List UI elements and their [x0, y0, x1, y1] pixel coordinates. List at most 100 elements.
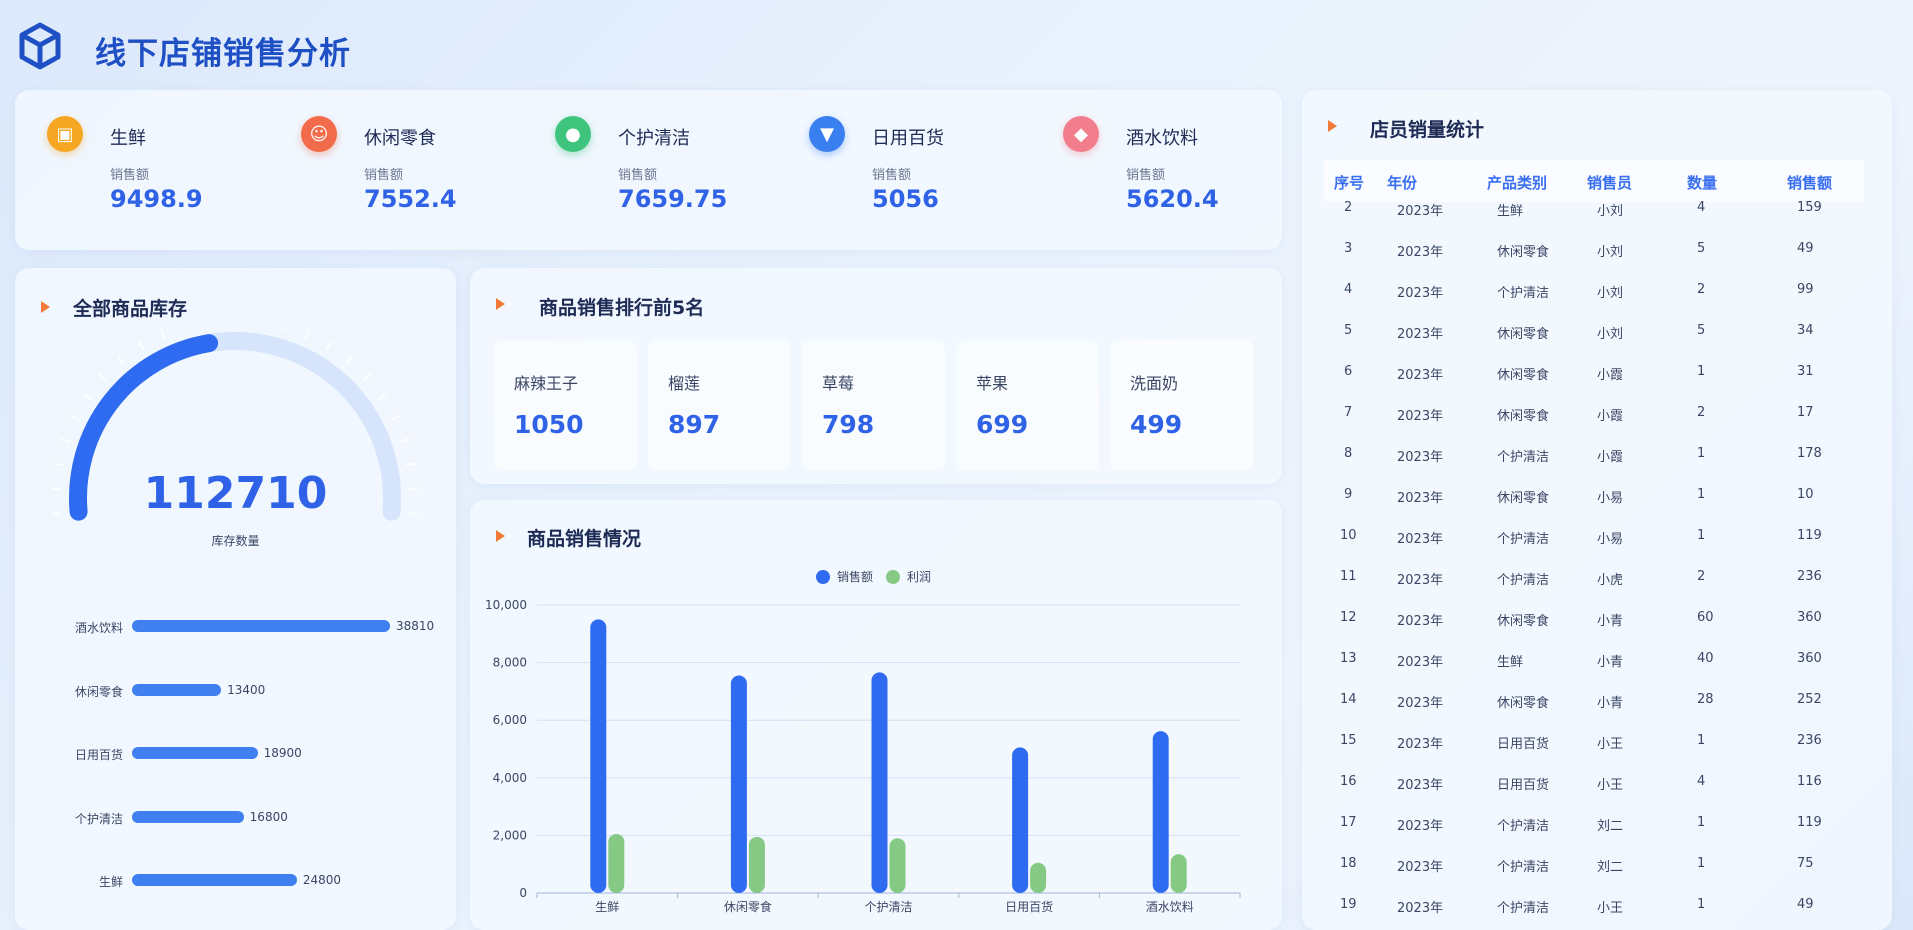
inventory-bar-label: 休闲零食: [74, 684, 123, 699]
table-cell: 2023年: [1397, 819, 1444, 834]
table-row[interactable]: 10 2023年 个护清洁 小易 1 119: [1334, 528, 1874, 569]
rank-card[interactable]: 麻辣王子 1050: [494, 340, 637, 470]
inventory-bar-label: 酒水饮料: [74, 621, 123, 635]
table-row[interactable]: 8 2023年 个护清洁 小霞 1 178: [1334, 446, 1874, 487]
table-cell: 2023年: [1397, 286, 1444, 301]
gauge-tick: [405, 462, 416, 467]
table-cell: 1: [1697, 856, 1706, 871]
table-cell: 17: [1797, 405, 1814, 420]
rank-card[interactable]: 草莓 798: [802, 340, 945, 470]
gauge-tick: [99, 373, 107, 381]
table-cell: 个护清洁: [1497, 286, 1550, 301]
table-cell: 7: [1344, 405, 1353, 420]
table-row[interactable]: 14 2023年 休闲零食 小青 28 252: [1334, 692, 1874, 733]
table-row[interactable]: 9 2023年 休闲零食 小易 1 10: [1334, 487, 1874, 528]
column-header[interactable]: 数量: [1687, 172, 1717, 193]
x-tick-label: 休闲零食: [724, 899, 772, 914]
table-cell: 4: [1344, 282, 1353, 297]
table-row[interactable]: 2 2023年 生鲜 小刘 4 159: [1334, 200, 1874, 241]
kpi-card[interactable]: ▼ 日用百货 销售额 5056: [777, 90, 1007, 250]
table-cell: 2023年: [1397, 614, 1444, 629]
inventory-bar: [132, 747, 258, 759]
table-cell: 1: [1697, 446, 1706, 461]
gauge-tick: [70, 414, 80, 421]
table-cell: 2023年: [1397, 409, 1444, 424]
table-row[interactable]: 11 2023年 个护清洁 小虎 2 236: [1334, 569, 1874, 610]
kpi-card[interactable]: ◆ 酒水饮料 销售额 5620.4: [1031, 90, 1261, 250]
table-cell: 1: [1697, 897, 1706, 912]
column-header[interactable]: 销售额: [1787, 172, 1832, 193]
table-row[interactable]: 3 2023年 休闲零食 小刘 5 49: [1334, 241, 1874, 282]
table-cell: 2023年: [1397, 245, 1444, 260]
legend-swatch: [886, 570, 900, 584]
rank-card[interactable]: 洗面奶 499: [1110, 340, 1253, 470]
kpi-panel: ▣ 生鲜 销售额 9498.9 ☺ 休闲零食 销售额 7552.4 ● 个护清洁…: [15, 90, 1282, 250]
page-title: 线下店铺销售分析: [95, 36, 351, 72]
table-cell: 17: [1340, 815, 1357, 830]
table-row[interactable]: 13 2023年 生鲜 小青 40 360: [1334, 651, 1874, 692]
kpi-sub-label: 销售额: [364, 168, 404, 183]
header: 线下店铺销售分析: [0, 0, 1913, 90]
kpi-card[interactable]: ● 个护清洁 销售额 7659.75: [523, 90, 753, 250]
table-row[interactable]: 18 2023年 个护清洁 刘二 1 75: [1334, 856, 1874, 897]
table-cell: 小刘: [1597, 327, 1624, 342]
table-row[interactable]: 4 2023年 个护清洁 小刘 2 99: [1334, 282, 1874, 323]
table-cell: 2: [1344, 200, 1353, 215]
table-row[interactable]: 19 2023年 个护清洁 小王 1 49: [1334, 897, 1874, 930]
table-cell: 4: [1697, 774, 1706, 789]
table-cell: 8: [1344, 446, 1353, 461]
rank-value: 897: [668, 410, 721, 439]
x-tick-label: 个护清洁: [864, 900, 912, 914]
rank-name: 麻辣王子: [514, 374, 579, 393]
x-tick-label: 生鲜: [595, 900, 619, 914]
gauge-tick: [281, 328, 285, 331]
table-cell: 小霞: [1597, 450, 1624, 465]
inventory-bar-value: 13400: [227, 682, 266, 697]
table-cell: 小王: [1597, 778, 1624, 793]
table-row[interactable]: 5 2023年 休闲零食 小刘 5 34: [1334, 323, 1874, 364]
table-row[interactable]: 12 2023年 休闲零食 小青 60 360: [1334, 610, 1874, 651]
table-row[interactable]: 6 2023年 休闲零食 小霞 1 31: [1334, 364, 1874, 405]
table-cell: 小刘: [1597, 204, 1624, 219]
table-cell: 1: [1697, 364, 1706, 379]
table-cell: 个护清洁: [1497, 573, 1550, 588]
rank-card[interactable]: 苹果 699: [956, 340, 1099, 470]
column-header[interactable]: 年份: [1387, 172, 1417, 193]
table-row[interactable]: 15 2023年 日用百货 小王 1 236: [1334, 733, 1874, 774]
table-cell: 19: [1340, 897, 1357, 912]
kpi-card[interactable]: ☺ 休闲零食 销售额 7552.4: [269, 90, 499, 250]
y-tick-label: 2,000: [493, 828, 527, 842]
column-header[interactable]: 销售员: [1587, 172, 1632, 193]
inventory-bar-value: 24800: [302, 873, 342, 887]
table-cell: 2023年: [1397, 532, 1444, 547]
table-row[interactable]: 7 2023年 休闲零食 小霞 2 17: [1334, 405, 1874, 446]
inventory-bar: [132, 810, 244, 823]
table-cell: 5: [1697, 241, 1706, 256]
table-cell: 2023年: [1397, 778, 1444, 793]
table-cell: 日用百货: [1497, 737, 1550, 752]
table-body[interactable]: 2 2023年 生鲜 小刘 4 159 3 2023年 休闲零食 小刘 5 49 4 2023年 个护清洁小…: [1334, 200, 1874, 930]
rank-name: 草莓: [822, 374, 855, 393]
y-tick-label: 4,000: [493, 771, 527, 785]
y-tick-label: 10,000: [485, 598, 527, 612]
table-cell: 个护清洁: [1497, 819, 1550, 834]
table-cell: 2: [1697, 405, 1706, 420]
table-cell: 2023年: [1397, 327, 1444, 342]
table-cell: 9: [1344, 487, 1353, 502]
rank-card[interactable]: 榴莲 897: [648, 340, 791, 470]
inventory-bar-value: 18900: [263, 746, 302, 760]
inventory-total: 112710: [143, 468, 328, 519]
table-cell: 13: [1340, 651, 1357, 666]
inventory-gauge: [51, 328, 419, 521]
table-cell: 236: [1797, 733, 1822, 748]
table-cell: 5: [1344, 323, 1353, 338]
column-header[interactable]: 序号: [1334, 172, 1364, 193]
top5-title: 商品销售排行前5名: [539, 297, 705, 319]
column-header[interactable]: 产品类别: [1487, 172, 1547, 193]
table-row[interactable]: 16 2023年 日用百货 小王 4 116: [1334, 774, 1874, 815]
table-cell: 小王: [1597, 737, 1624, 752]
table-row[interactable]: 17 2023年 个护清洁 刘二 1 119: [1334, 815, 1874, 856]
kpi-card[interactable]: ▣ 生鲜 销售额 9498.9: [15, 90, 245, 250]
table-cell: 小刘: [1597, 245, 1624, 260]
x-tick-label: 酒水饮料: [1146, 900, 1194, 914]
